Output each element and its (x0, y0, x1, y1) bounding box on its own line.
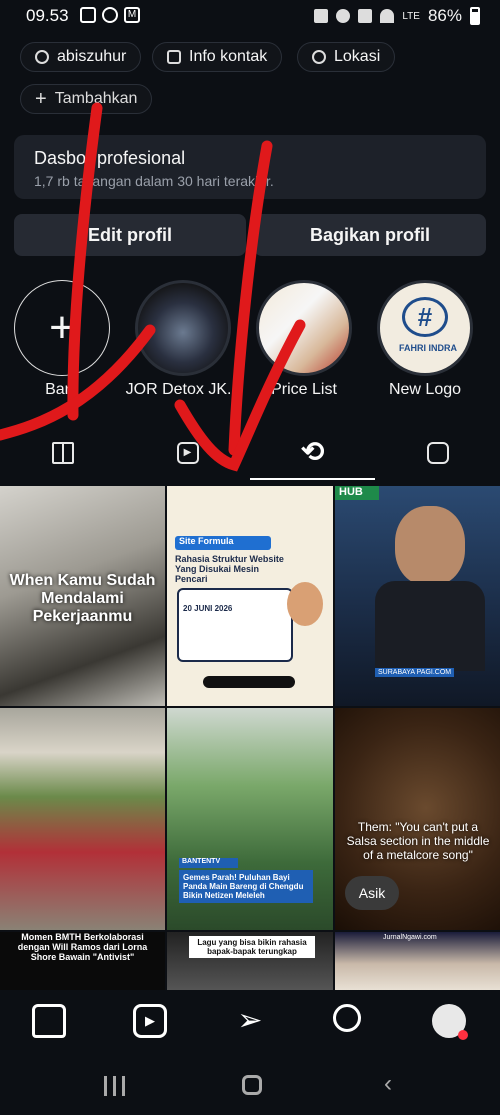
system-navigation-bar: ‹ (0, 1058, 500, 1115)
red-arrow-annotations (0, 102, 306, 472)
notification-dot (458, 1030, 468, 1040)
home-icon[interactable] (32, 1004, 66, 1038)
bottom-navigation: ▶ ➢ (0, 990, 500, 1058)
reels-nav-icon[interactable]: ▶ (133, 1004, 167, 1038)
search-icon[interactable] (333, 1004, 361, 1032)
recent-apps-icon[interactable] (104, 1076, 125, 1096)
send-message-icon[interactable]: ➢ (233, 1004, 267, 1038)
back-chevron-icon[interactable]: ‹ (384, 1070, 392, 1098)
profile-avatar[interactable] (432, 1004, 468, 1040)
home-button-icon[interactable] (242, 1075, 262, 1095)
